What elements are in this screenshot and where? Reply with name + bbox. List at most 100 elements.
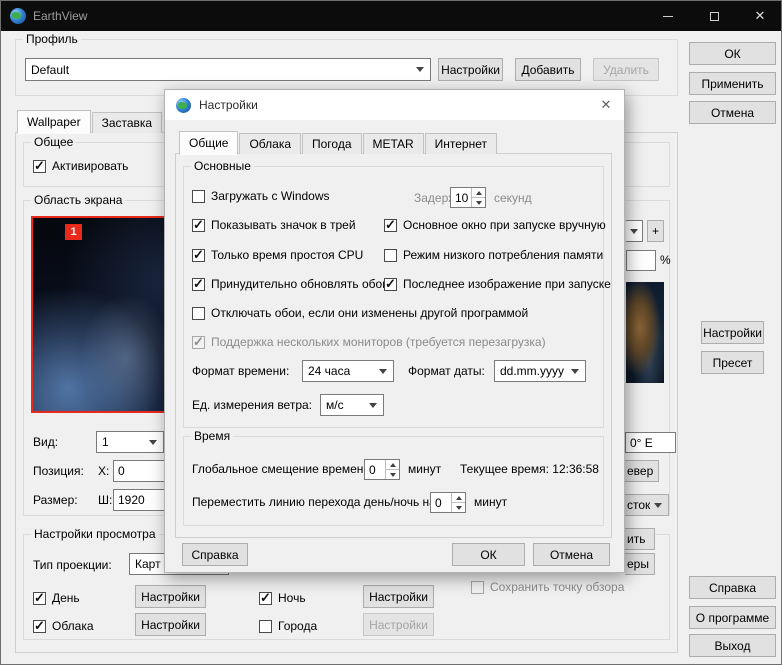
dialog-tab-clouds[interactable]: Облака xyxy=(239,133,301,154)
time-offset-spinner[interactable]: 0 xyxy=(364,459,400,480)
time-format-select[interactable]: 24 часа xyxy=(302,360,394,382)
percent-input-fragment[interactable] xyxy=(626,250,656,271)
low-memory-label: Режим низкого потребления памяти xyxy=(403,248,604,262)
dialog-icon xyxy=(176,98,191,113)
night-settings-button[interactable]: Настройки xyxy=(363,585,434,608)
button-fragment-2[interactable]: еры xyxy=(625,553,655,575)
cities-checkbox[interactable] xyxy=(259,619,272,633)
maximize-button[interactable] xyxy=(691,1,737,31)
time-offset-value[interactable]: 0 xyxy=(365,460,385,479)
last-image-checkbox[interactable] xyxy=(384,276,397,292)
east-button-fragment[interactable]: сток xyxy=(625,494,669,516)
dialog-titlebar[interactable]: Настройки ✕ xyxy=(165,90,624,120)
main-window-manual-checkbox[interactable] xyxy=(384,217,397,233)
multi-monitor-label: Поддержка нескольких мониторов (требуетс… xyxy=(211,335,546,349)
dialog-tab-metar[interactable]: METAR xyxy=(362,133,424,154)
north-button-fragment[interactable]: евер xyxy=(625,460,659,482)
no-override-label: Отключать обои, если они изменены другой… xyxy=(211,306,529,320)
daynight-shift-spinner-buttons[interactable] xyxy=(451,493,465,512)
tray-icon-checkbox[interactable] xyxy=(192,217,205,233)
ok-button[interactable]: ОК xyxy=(689,42,776,65)
load-with-windows-checkbox[interactable] xyxy=(192,189,205,203)
help-button[interactable]: Справка xyxy=(689,576,776,599)
activate-checkbox[interactable] xyxy=(33,158,46,174)
view-select[interactable]: 1 xyxy=(96,431,164,453)
force-update-checkbox[interactable] xyxy=(192,276,205,292)
minimize-button[interactable] xyxy=(645,1,691,31)
multi-monitor-checkbox[interactable] xyxy=(192,334,205,350)
delay-spinner-buttons[interactable] xyxy=(471,188,485,207)
spinner-down-icon[interactable] xyxy=(386,469,399,479)
monitor-badge: 1 xyxy=(65,224,82,240)
cpu-idle-row: Только время простоя CPU xyxy=(192,247,363,263)
save-viewpoint-checkbox[interactable] xyxy=(471,580,484,594)
no-override-checkbox[interactable] xyxy=(192,306,205,320)
profile-select[interactable]: Default xyxy=(25,58,431,81)
time-group: Время xyxy=(183,429,604,526)
dialog-cancel-button[interactable]: Отмена xyxy=(533,543,610,566)
earthview-main-window: EarthView ✕ Профиль Default Настройки До… xyxy=(0,0,782,665)
main-window-manual-row: Основное окно при запуске вручную xyxy=(384,217,606,233)
delay-value[interactable]: 10 xyxy=(451,188,471,207)
width-input[interactable]: 1920 xyxy=(113,489,167,511)
profile-remove-button[interactable]: Удалить xyxy=(593,58,659,81)
view-settings-side-button[interactable]: Настройки xyxy=(701,321,764,344)
cpu-idle-label: Только время простоя CPU xyxy=(211,248,364,262)
combo-fragment[interactable] xyxy=(626,220,643,242)
plus-button[interactable]: + xyxy=(647,220,664,242)
preset-button[interactable]: Пресет xyxy=(701,351,764,374)
about-button[interactable]: О программе xyxy=(689,606,776,629)
wind-unit-select[interactable]: м/с xyxy=(320,394,384,416)
cancel-button[interactable]: Отмена xyxy=(689,101,776,124)
cpu-idle-checkbox[interactable] xyxy=(192,247,205,263)
main-window-manual-label: Основное окно при запуске вручную xyxy=(403,218,606,232)
spinner-up-icon[interactable] xyxy=(452,493,465,502)
dialog-tab-general[interactable]: Общие xyxy=(179,131,239,155)
coordinate-input[interactable]: 0° E xyxy=(625,432,676,453)
day-label: День xyxy=(52,591,80,605)
spinner-up-icon[interactable] xyxy=(386,460,399,469)
day-checkbox[interactable] xyxy=(33,590,46,606)
window-titlebar[interactable]: EarthView ✕ xyxy=(1,1,781,31)
tab-screensaver[interactable]: Заставка xyxy=(91,112,163,133)
dialog-help-button[interactable]: Справка xyxy=(182,543,248,566)
low-memory-checkbox[interactable] xyxy=(384,248,397,262)
view-value: 1 xyxy=(102,435,109,449)
profile-add-button[interactable]: Добавить xyxy=(515,58,581,81)
activate-label: Активировать xyxy=(52,159,129,173)
apply-button[interactable]: Применить xyxy=(689,72,776,95)
low-memory-row: Режим низкого потребления памяти xyxy=(384,247,603,263)
time-group-label: Время xyxy=(191,429,234,443)
x-input[interactable]: 0 xyxy=(113,460,167,482)
date-format-select[interactable]: dd.mm.yyyy xyxy=(494,360,586,382)
width-value: 1920 xyxy=(118,493,145,507)
chevron-down-icon xyxy=(630,228,638,234)
time-offset-spinner-buttons[interactable] xyxy=(385,460,399,479)
clouds-checkbox[interactable] xyxy=(33,618,46,634)
spinner-down-icon[interactable] xyxy=(472,197,485,207)
earth-preview-fragment xyxy=(626,282,664,383)
close-button[interactable]: ✕ xyxy=(737,1,781,31)
spinner-up-icon[interactable] xyxy=(472,188,485,197)
exit-button[interactable]: Выход xyxy=(689,634,776,657)
no-override-row: Отключать обои, если они изменены другой… xyxy=(192,305,528,321)
button-fragment-1[interactable]: ить xyxy=(625,528,655,550)
dialog-close-button[interactable]: ✕ xyxy=(588,90,624,120)
daynight-shift-spinner[interactable]: 0 xyxy=(430,492,466,513)
cities-settings-button[interactable]: Настройки xyxy=(363,613,434,636)
night-checkbox[interactable] xyxy=(259,590,272,606)
width-label: Ш: xyxy=(98,493,113,507)
delay-spinner[interactable]: 10 xyxy=(450,187,486,208)
daynight-shift-value[interactable]: 0 xyxy=(431,493,451,512)
current-time-label: Текущее время: 12:36:58 xyxy=(460,462,599,476)
tab-wallpaper[interactable]: Wallpaper xyxy=(17,110,91,134)
clouds-settings-button[interactable]: Настройки xyxy=(135,613,206,636)
spinner-down-icon[interactable] xyxy=(452,502,465,512)
main-tabs: Wallpaper Заставка xyxy=(17,108,163,134)
dialog-ok-button[interactable]: ОК xyxy=(452,543,525,566)
profile-settings-button[interactable]: Настройки xyxy=(438,58,503,81)
chevron-down-icon xyxy=(379,368,387,374)
dialog-tab-internet[interactable]: Интернет xyxy=(424,133,497,154)
dialog-tab-weather[interactable]: Погода xyxy=(302,133,362,154)
day-settings-button[interactable]: Настройки xyxy=(135,585,206,608)
